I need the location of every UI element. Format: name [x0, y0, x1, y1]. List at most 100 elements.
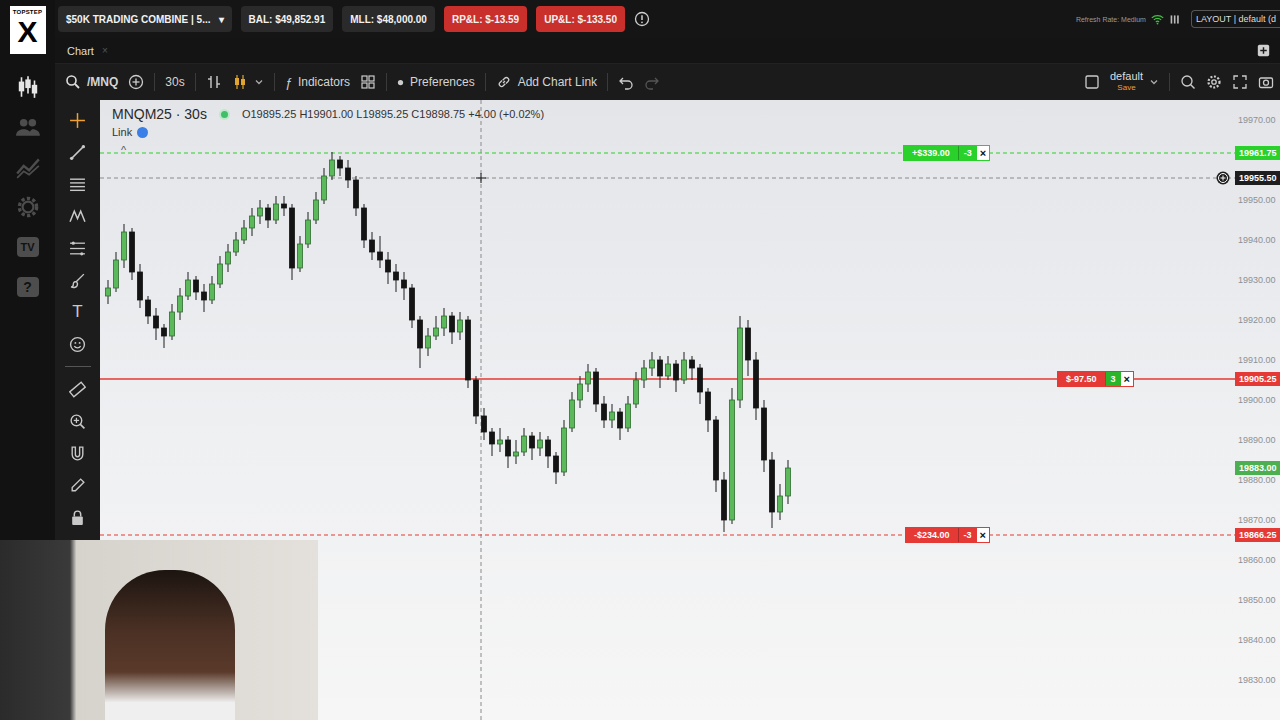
- candle: [426, 328, 431, 356]
- drawing-tool[interactable]: [67, 110, 89, 130]
- info-icon[interactable]: [634, 11, 650, 27]
- drawing-tool[interactable]: [67, 206, 89, 226]
- drawing-tool[interactable]: [67, 142, 89, 162]
- candle: [642, 360, 647, 388]
- add-tab-icon[interactable]: [1257, 44, 1270, 57]
- order-pnl: $-97.50: [1058, 372, 1105, 386]
- add-symbol-icon[interactable]: [128, 74, 144, 90]
- candle-body: [162, 328, 167, 336]
- undo-icon[interactable]: [618, 74, 634, 90]
- drawing-tool[interactable]: T: [67, 302, 89, 322]
- price-axis[interactable]: 19970.0019950.0019940.0019930.0019920.00…: [1235, 100, 1280, 720]
- drawing-tool[interactable]: [67, 334, 89, 354]
- candle-body: [210, 284, 215, 300]
- fullscreen-icon[interactable]: [1232, 74, 1248, 90]
- add-alert-icon[interactable]: [1216, 171, 1230, 185]
- settings-gear-icon[interactable]: [1206, 74, 1222, 90]
- order-tag[interactable]: -$234.00-3×: [905, 527, 990, 543]
- candles-icon[interactable]: [232, 74, 248, 90]
- collapse-legend-button[interactable]: ^: [121, 144, 126, 156]
- bars-icon[interactable]: [206, 74, 222, 90]
- candle-body: [138, 272, 143, 300]
- camera-icon[interactable]: [1258, 74, 1274, 90]
- candle: [386, 252, 391, 284]
- axis-tick: 19840.00: [1238, 633, 1276, 647]
- candle-body: [194, 280, 199, 292]
- zoom-icon[interactable]: [1180, 74, 1196, 90]
- cancel-order-button[interactable]: ×: [977, 146, 989, 160]
- cancel-order-button[interactable]: ×: [977, 528, 989, 542]
- candle-body: [466, 320, 471, 380]
- link-row[interactable]: Link: [112, 126, 544, 138]
- candle-body: [442, 316, 447, 328]
- crosshair-horizontal: [100, 178, 1235, 179]
- layout-select[interactable]: LAYOUT | default (d: [1191, 10, 1280, 28]
- candle: [170, 304, 175, 340]
- chevron-down-icon[interactable]: [1149, 77, 1159, 87]
- cursor-icon: [476, 173, 486, 183]
- candle-body: [186, 280, 191, 296]
- candle: [258, 200, 263, 224]
- drawing-tool[interactable]: [67, 270, 89, 290]
- candle: [394, 264, 399, 292]
- candle-body: [178, 296, 183, 312]
- candle: [106, 280, 111, 304]
- add-chart-link-button[interactable]: Add Chart Link: [496, 74, 597, 90]
- chart-layout-select[interactable]: defaultSave: [1110, 71, 1143, 93]
- order-tag[interactable]: +$339.00-3×: [903, 145, 990, 161]
- account-select[interactable]: $50K TRADING COMBINE | 5...▾: [58, 6, 232, 32]
- candle-body: [514, 452, 519, 456]
- indicators-button[interactable]: ƒIndicators: [285, 75, 350, 90]
- candle-body: [226, 252, 231, 264]
- webcam-video: [0, 540, 318, 720]
- redo-icon[interactable]: [644, 74, 660, 90]
- candle-body: [394, 272, 399, 280]
- candle-body: [474, 380, 479, 416]
- candle-body: [370, 240, 375, 252]
- templates-icon[interactable]: [360, 74, 376, 90]
- drawing-tool[interactable]: [67, 411, 89, 431]
- candle: [442, 308, 447, 336]
- axis-tick: 19940.00: [1238, 233, 1276, 247]
- checkbox-icon[interactable]: [1084, 74, 1100, 90]
- drawing-tool[interactable]: [67, 475, 89, 495]
- candle-body: [234, 240, 239, 252]
- account-stat: RP&L: $-13.59: [444, 6, 527, 32]
- drawing-tool[interactable]: [67, 379, 89, 399]
- candle-body: [594, 372, 599, 404]
- tab-close-button[interactable]: ×: [102, 45, 108, 56]
- save-layout-button[interactable]: Save: [1117, 82, 1135, 93]
- candle: [154, 308, 159, 340]
- topstep-logo[interactable]: TOPSTEPX: [10, 6, 46, 54]
- preferences-button[interactable]: Preferences: [397, 75, 475, 89]
- drawing-tool[interactable]: [67, 238, 89, 258]
- sidebar-item[interactable]: [12, 192, 44, 222]
- link-icon: [496, 74, 512, 90]
- symbol-search[interactable]: /MNQ: [65, 74, 118, 90]
- sidebar-item[interactable]: [12, 112, 44, 142]
- candle: [202, 284, 207, 312]
- candle-body: [778, 496, 783, 512]
- sidebar-item[interactable]: ?: [12, 272, 44, 302]
- order-level-line[interactable]: [100, 152, 1280, 153]
- candle-body: [322, 176, 327, 200]
- sidebar-item[interactable]: [12, 72, 44, 102]
- order-level-line[interactable]: [100, 534, 1280, 535]
- candle-body: [714, 420, 719, 480]
- order-tag[interactable]: $-97.503×: [1057, 371, 1134, 387]
- candle: [674, 360, 679, 392]
- chevron-down-icon[interactable]: [254, 77, 264, 87]
- drawing-tool[interactable]: [67, 507, 89, 527]
- candle: [746, 320, 751, 376]
- candle: [690, 356, 695, 380]
- drawing-tool[interactable]: [67, 443, 89, 463]
- interval-select[interactable]: 30s: [165, 75, 184, 89]
- sidebar-item[interactable]: TV: [12, 232, 44, 262]
- cancel-order-button[interactable]: ×: [1121, 372, 1133, 386]
- tab[interactable]: Chart×: [65, 45, 110, 57]
- drawing-tool[interactable]: [67, 174, 89, 194]
- logo-mark: X: [17, 15, 37, 49]
- candle-body: [306, 220, 311, 244]
- order-quantity: -3: [958, 146, 977, 160]
- sidebar-item[interactable]: [12, 152, 44, 182]
